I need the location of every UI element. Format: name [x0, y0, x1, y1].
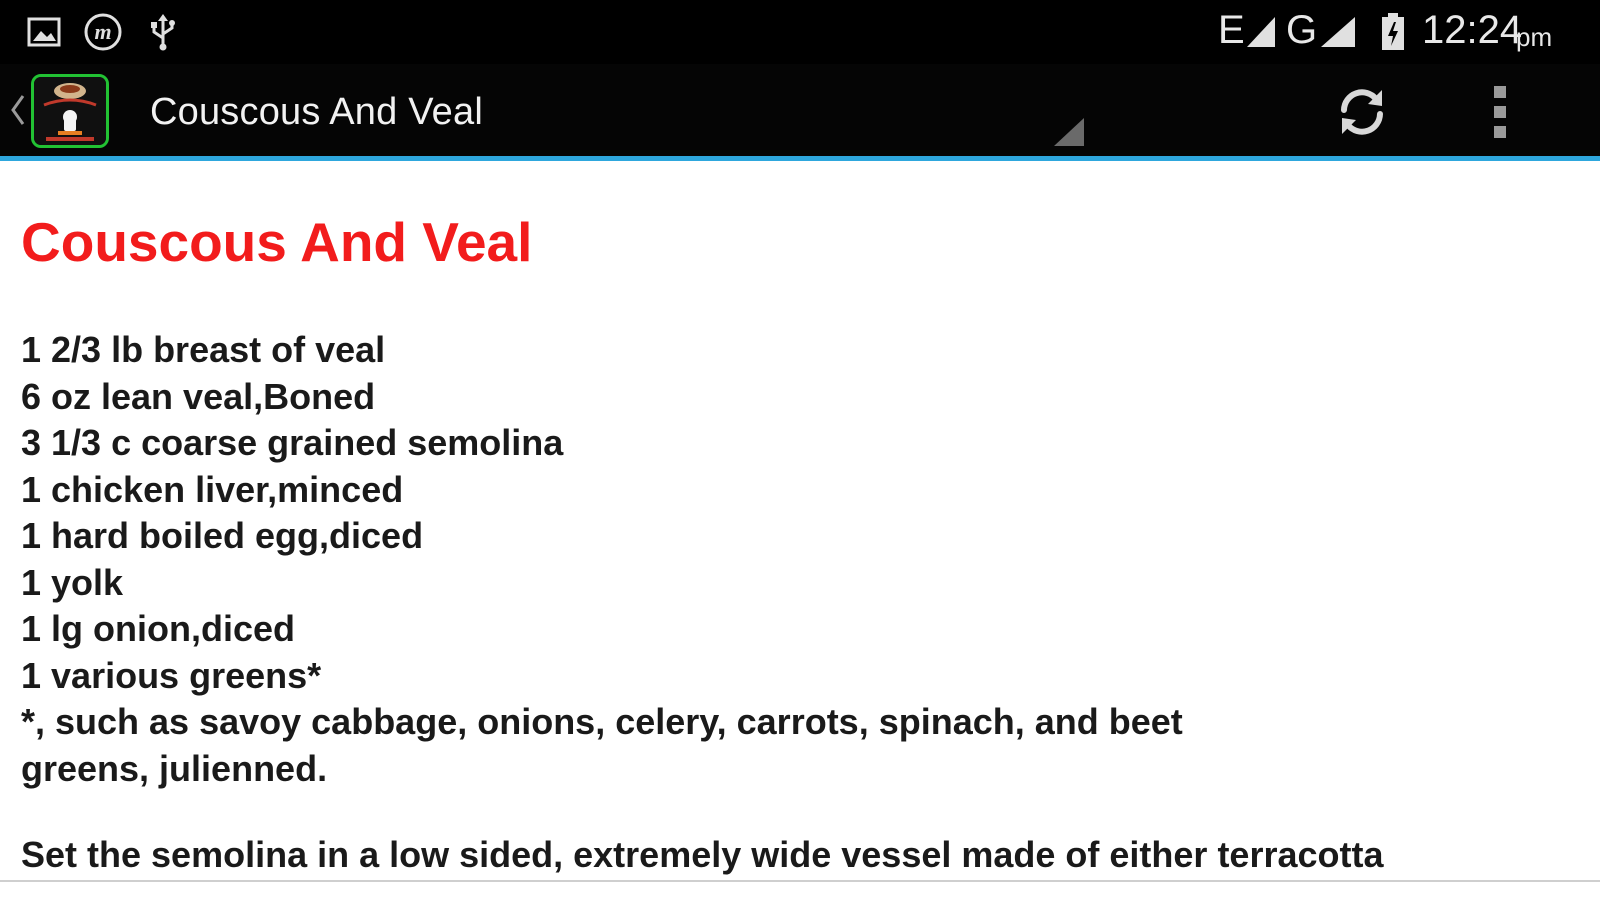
ingredient-item: 1 yolk	[21, 561, 124, 603]
back-chevron-icon[interactable]	[8, 90, 28, 130]
signal-strength-icon	[1318, 12, 1358, 52]
signal-icon	[1244, 12, 1278, 52]
action-bar-title[interactable]: Couscous And Veal	[150, 91, 483, 134]
usb-icon	[146, 12, 180, 52]
ingredient-item: 1 chicken liver,minced	[21, 468, 404, 510]
ingredient-item: 6 oz lean veal,Boned	[21, 375, 376, 417]
clock-time: 12:24	[1422, 8, 1523, 52]
gallery-icon	[26, 12, 62, 52]
m-app-icon: m	[82, 12, 124, 52]
ingredient-note-line-2: greens, julienned.	[21, 747, 328, 789]
ingredient-item: 1 various greens*	[21, 654, 322, 696]
content-bottom-divider	[0, 880, 1600, 882]
ingredients-list: 1 2/3 lb breast of veal 6 oz lean veal,B…	[21, 327, 1561, 792]
ingredient-item: 1 hard boiled egg,diced	[21, 515, 424, 556]
ingredient-item: 3 1/3 c coarse grained semolina	[21, 422, 564, 463]
ingredient-item: 1 2/3 lb breast of veal	[21, 329, 386, 370]
network-type-g: G	[1286, 8, 1318, 52]
battery-charging-icon	[1378, 12, 1408, 52]
directions-text: Set the semolina in a low sided, extreme…	[21, 834, 1384, 875]
ingredient-note-line-1: *, such as savoy cabbage, onions, celery…	[21, 701, 1183, 742]
svg-text:m: m	[94, 19, 111, 44]
clock-ampm: pm	[1516, 22, 1553, 52]
ingredient-item: 1 lg onion,diced	[21, 608, 296, 649]
refresh-icon	[1341, 89, 1383, 135]
overflow-menu-icon	[1494, 86, 1506, 138]
overflow-menu-button[interactable]	[1486, 82, 1514, 142]
dropdown-indicator-icon[interactable]	[1052, 116, 1086, 148]
app-logo-icon[interactable]	[31, 74, 109, 148]
recipe-title: Couscous And Veal	[21, 211, 533, 273]
network-type-e: E	[1218, 8, 1245, 52]
refresh-button[interactable]	[1330, 80, 1394, 144]
status-bar: m E G 12:24 pm	[0, 0, 1600, 64]
